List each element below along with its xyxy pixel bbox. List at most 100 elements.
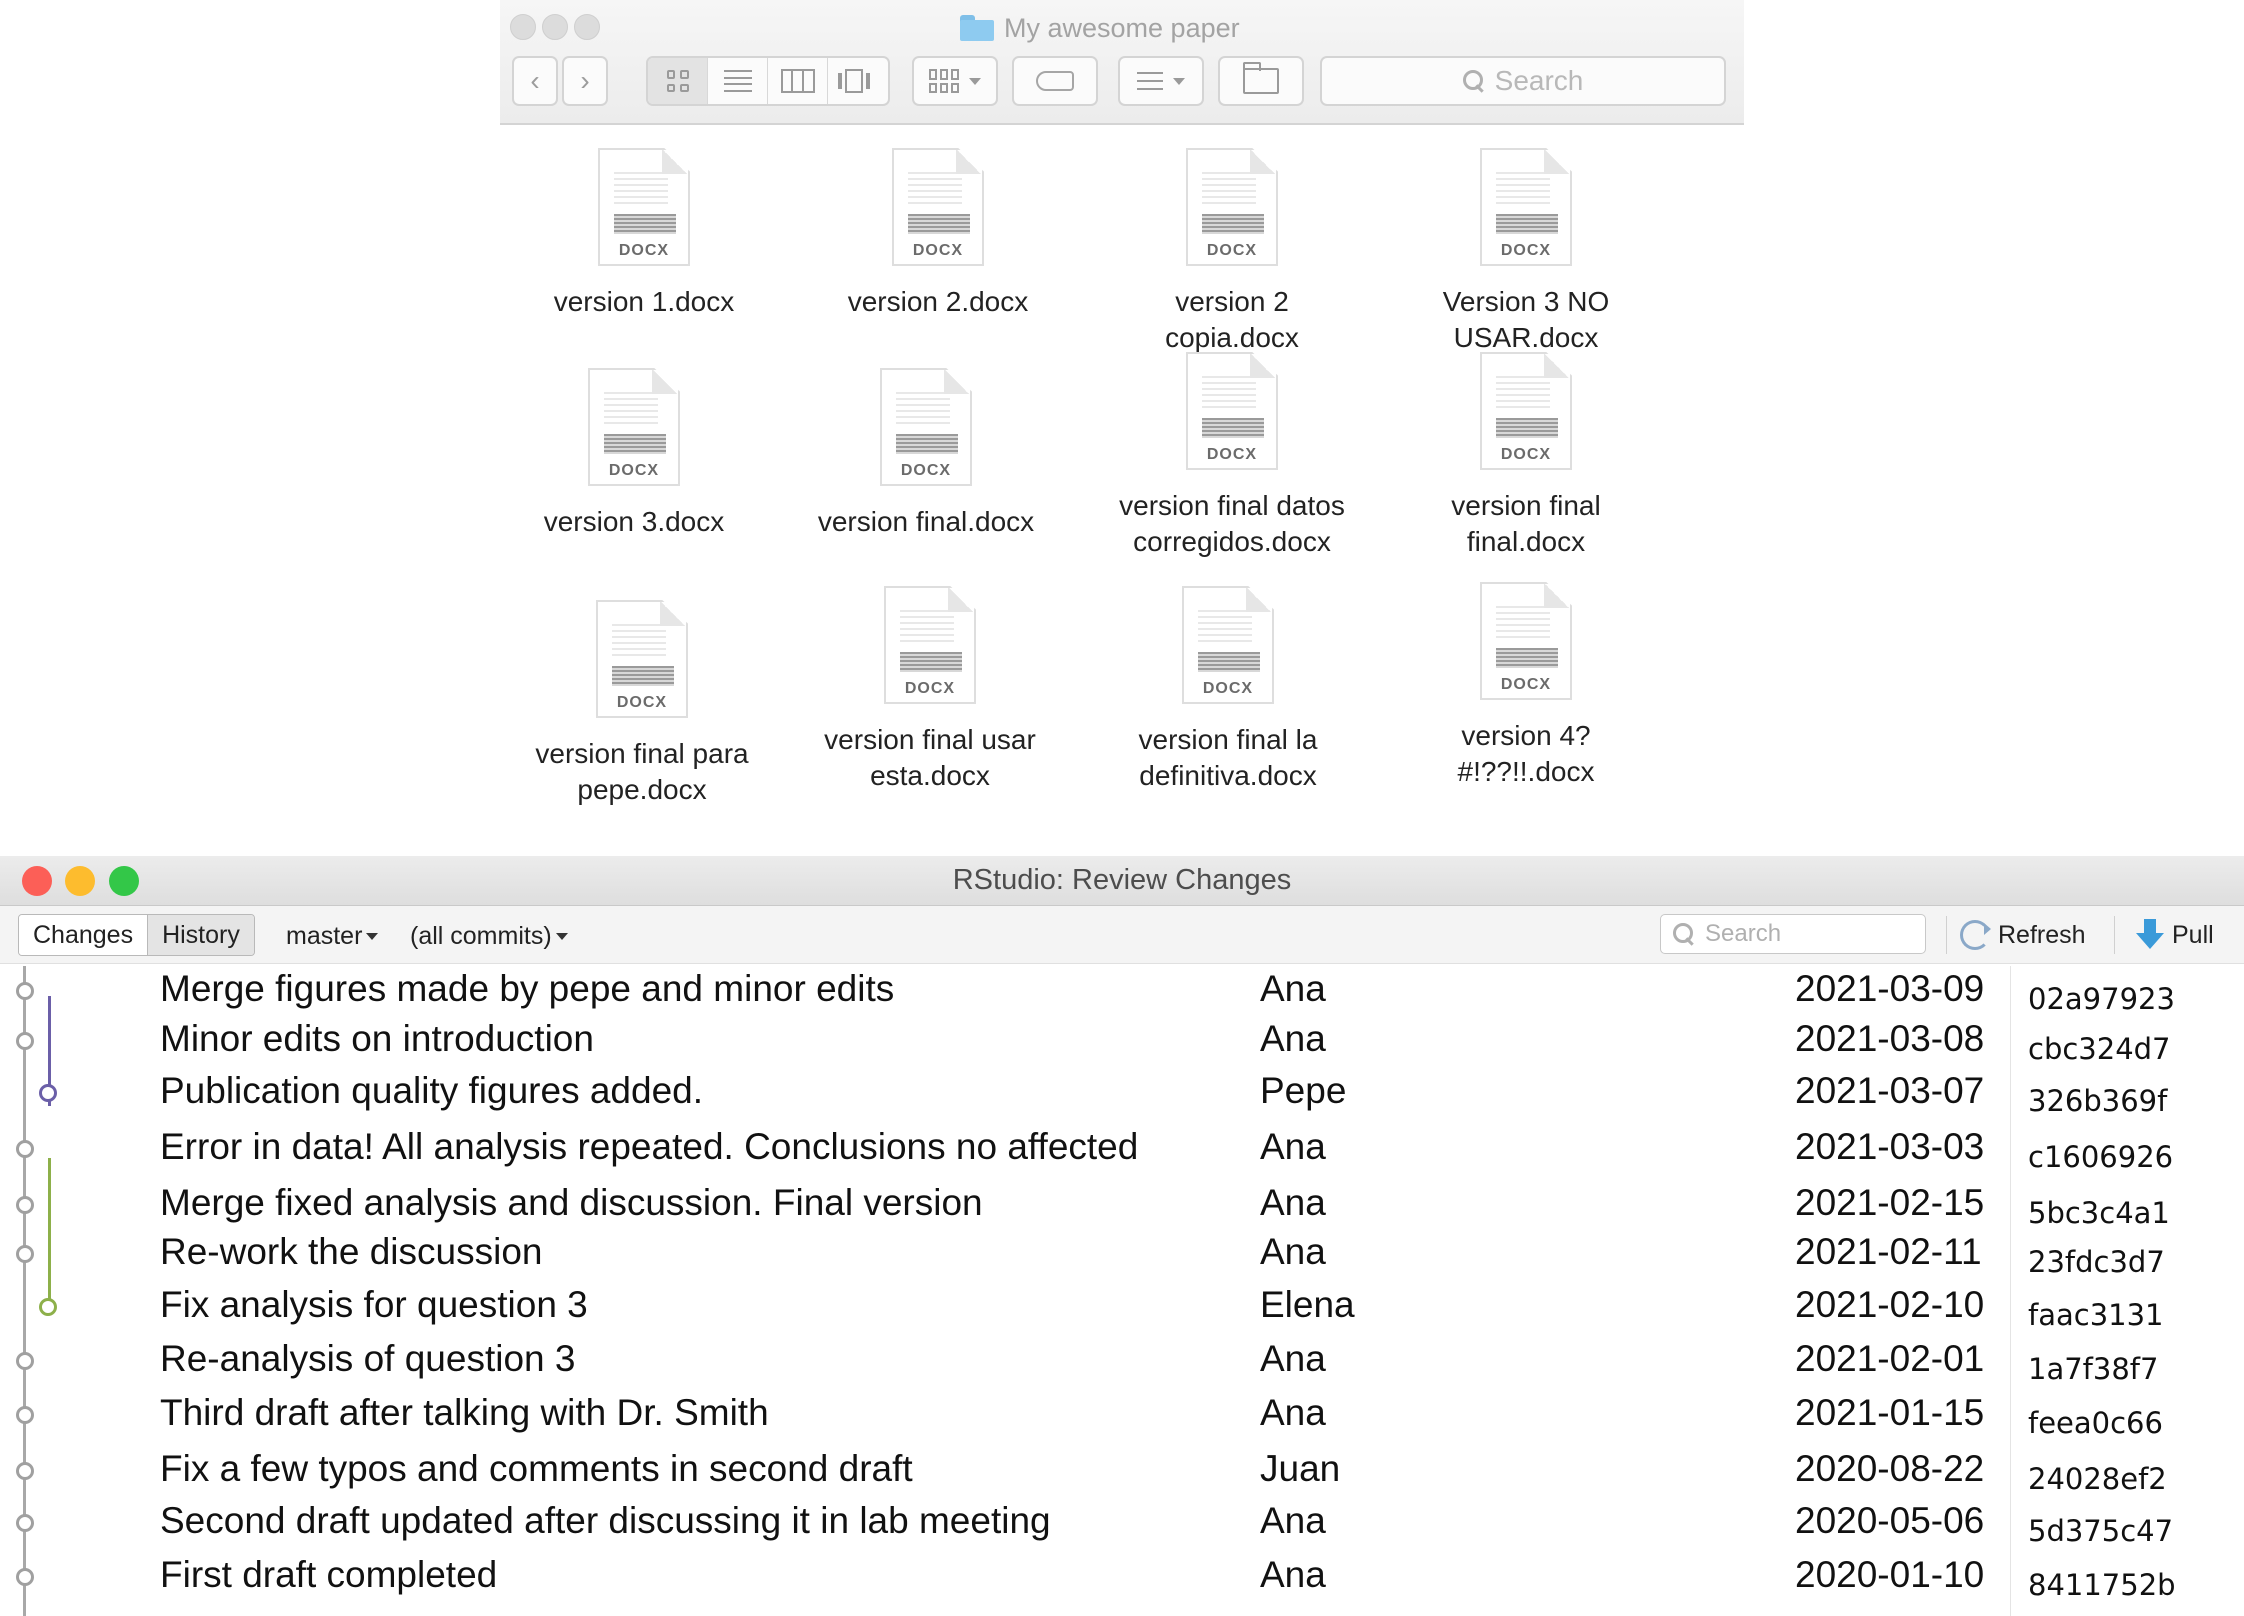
new-folder-button[interactable] [1218,56,1304,106]
minimize-icon[interactable] [542,14,568,40]
cover-flow-button[interactable] [828,58,888,104]
icon-view-button[interactable] [648,58,708,104]
commit-message: First draft completed [160,1554,498,1595]
commit-message: Merge figures made by pepe and minor edi… [160,968,895,1009]
file-name: version 1.docx [553,286,735,317]
docx-file-icon: DOCX [598,148,690,266]
commit-date: 2020-05-06 [1795,1500,1985,1541]
file-item[interactable]: DOCX version final datos corregidos.docx [1092,352,1372,560]
commit-row[interactable]: Publication quality figures added. Pepe 20… [0,1070,2244,1124]
branch-label: master [286,922,363,950]
zoom-icon[interactable] [574,14,600,40]
commit-row[interactable]: Re-analysis of question 3 Ana 2021-02-01 1a… [0,1338,2244,1392]
commit-sha: 24028ef2 [2028,1462,2167,1496]
commit-sha: 5d375c47 [2028,1514,2174,1548]
commit-filter-dropdown[interactable]: (all commits) [410,922,568,951]
action-button[interactable] [1118,56,1204,106]
commit-row[interactable]: Re-work the discussion Ana 2021-02-11 23fdc… [0,1231,2244,1285]
file-name: Version 3 NO USAR.docx [1442,286,1610,353]
rstudio-toolbar: Changes History master (all commits) Sea… [0,906,2244,964]
file-name: version final la definitiva.docx [1138,724,1318,791]
history-search-input[interactable]: Search [1660,914,1926,954]
commit-row[interactable]: Fix a few typos and comments in second d… [0,1448,2244,1502]
docx-file-icon: DOCX [880,368,972,486]
commit-message: Re-analysis of question 3 [160,1338,576,1379]
file-item[interactable]: DOCX version 1.docx [504,148,784,320]
window-title: My awesome paper [960,8,1240,48]
branch-dropdown[interactable]: master [286,922,379,951]
file-name: version final para pepe.docx [535,738,749,805]
file-item[interactable]: DOCX version 4? #!??!!.docx [1386,582,1666,790]
commit-date: 2020-01-10 [1795,1554,1985,1595]
file-item[interactable]: DOCX version 3.docx [494,368,774,540]
file-item[interactable]: DOCX Version 3 NO USAR.docx [1386,148,1666,356]
commit-row[interactable]: Merge fixed analysis and discussion. Fin… [0,1182,2244,1236]
tags-button[interactable] [1012,56,1098,106]
folder-icon [960,15,994,41]
forward-button[interactable]: › [562,56,608,106]
arrange-button[interactable] [912,56,998,106]
commit-sha: c1606926 [2028,1140,2174,1174]
search-field[interactable]: Search [1320,56,1726,106]
commit-row[interactable]: Error in data! All analysis repeated. Co… [0,1126,2244,1180]
search-placeholder: Search [1705,920,1782,947]
commit-row[interactable]: Minor edits on introduction Ana 2021-03-08… [0,1018,2244,1072]
toolbar-divider [1946,916,1947,954]
file-name: version final.docx [817,506,1035,537]
list-view-icon [723,70,752,92]
commit-author: Ana [1260,1126,1326,1167]
commit-row[interactable]: Fix analysis for question 3 Elena 2021-02-… [0,1284,2244,1338]
file-item[interactable]: DOCX version final.docx [786,368,1066,540]
commit-row[interactable]: Third draft after talking with Dr. Smith… [0,1392,2244,1446]
docx-file-icon: DOCX [1480,582,1572,700]
file-item[interactable]: DOCX version final la definitiva.docx [1088,586,1368,794]
commit-date: 2021-02-11 [1795,1231,1982,1272]
commit-message: Minor edits on introduction [160,1018,594,1059]
tag-icon [1036,71,1074,91]
docx-file-icon: DOCX [596,600,688,718]
file-item[interactable]: DOCX version final usar esta.docx [790,586,1070,794]
file-item[interactable]: DOCX version 2.docx [798,148,1078,320]
commit-sha: 23fdc3d7 [2028,1245,2165,1279]
file-name: version 4? #!??!!.docx [1457,720,1595,787]
pull-button[interactable]: Pull [2136,918,2214,952]
commit-sha: cbc324d7 [2028,1032,2171,1066]
commit-message: Merge fixed analysis and discussion. Fin… [160,1182,983,1223]
view-tabs: Changes History [18,914,255,956]
commit-message: Fix analysis for question 3 [160,1284,588,1325]
view-mode-segment [646,56,890,106]
commit-row[interactable]: Merge figures made by pepe and minor edi… [0,968,2244,1022]
file-item[interactable]: DOCX version final final.docx [1386,352,1666,560]
filter-label: (all commits) [410,922,552,950]
search-icon [1673,923,1695,945]
file-item[interactable]: DOCX version 2 copia.docx [1092,148,1372,356]
refresh-icon [1960,920,1991,950]
back-button[interactable]: ‹ [512,56,558,106]
commit-author: Ana [1260,1182,1326,1223]
commit-message: Re-work the discussion [160,1231,543,1272]
commit-sha: 5bc3c4a1 [2028,1196,2170,1230]
docx-file-icon: DOCX [1182,586,1274,704]
commit-author: Ana [1260,1231,1326,1272]
list-view-button[interactable] [708,58,768,104]
finder-window: My awesome paper ‹ › Search DOCX version… [500,0,1744,820]
column-view-button[interactable] [768,58,828,104]
docx-file-icon: DOCX [884,586,976,704]
commit-author: Ana [1260,1392,1326,1433]
file-name: version final usar esta.docx [824,724,1036,791]
close-icon[interactable] [510,14,536,40]
window-title: RStudio: Review Changes [952,864,1292,896]
docx-file-icon: DOCX [892,148,984,266]
refresh-button[interactable]: Refresh [1960,918,2086,952]
file-item[interactable]: DOCX version final para pepe.docx [502,600,782,808]
commit-author: Ana [1260,968,1326,1009]
commit-row[interactable]: First draft completed Ana 2020-01-10 841175… [0,1554,2244,1608]
commit-date: 2021-02-15 [1795,1182,1985,1223]
tab-changes[interactable]: Changes [19,915,149,955]
commit-row[interactable]: Second draft updated after discussing it… [0,1500,2244,1554]
search-icon [1462,70,1485,92]
commit-author: Ana [1260,1500,1326,1541]
toolbar-divider [2114,916,2115,954]
commit-date: 2021-01-15 [1795,1392,1985,1433]
tab-history[interactable]: History [148,915,254,955]
